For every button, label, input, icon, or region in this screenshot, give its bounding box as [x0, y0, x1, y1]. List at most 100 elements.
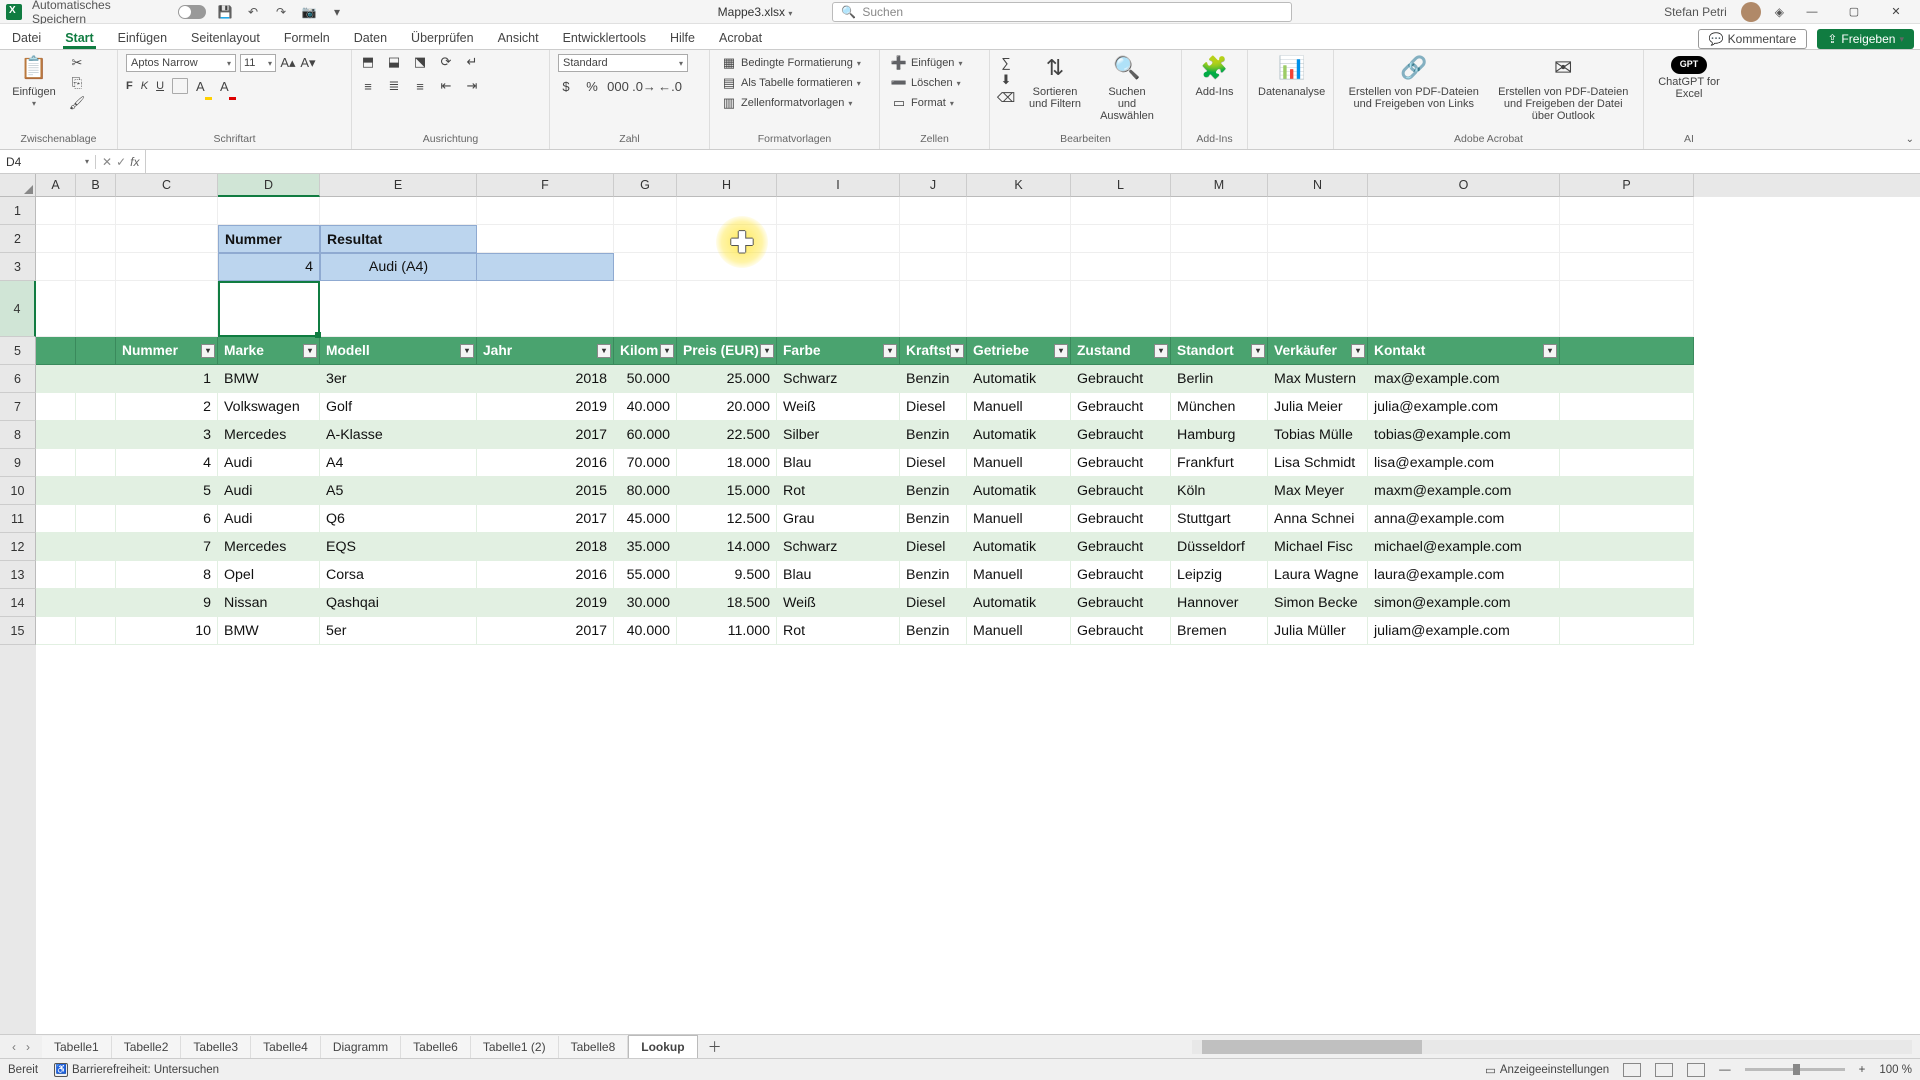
cell[interactable]: Nummer	[218, 225, 320, 253]
cell[interactable]: Kontakt▾	[1368, 337, 1560, 365]
cell[interactable]	[1071, 197, 1171, 225]
row-header-9[interactable]: 9	[0, 449, 36, 477]
cell[interactable]	[900, 253, 967, 281]
cell[interactable]: Blau	[777, 561, 900, 589]
cell[interactable]: Stuttgart	[1171, 505, 1268, 533]
borders-button[interactable]	[172, 78, 188, 94]
cell[interactable]: BMW	[218, 365, 320, 393]
row-headers[interactable]: 123456789101112131415	[0, 197, 36, 1034]
sheet-tab-tabelle2[interactable]: Tabelle2	[112, 1036, 182, 1058]
sheet-tabs[interactable]: Tabelle1Tabelle2Tabelle3Tabelle4Diagramm…	[42, 1035, 698, 1058]
cell[interactable]	[76, 589, 116, 617]
cell[interactable]: Gebraucht	[1071, 617, 1171, 645]
cell[interactable]: Anna Schnei	[1268, 505, 1368, 533]
cell[interactable]	[116, 225, 218, 253]
cell[interactable]	[76, 533, 116, 561]
cell[interactable]	[116, 197, 218, 225]
cell[interactable]	[1560, 393, 1694, 421]
sheet-tab-tabelle4[interactable]: Tabelle4	[251, 1036, 321, 1058]
cell[interactable]: 8	[116, 561, 218, 589]
col-header-E[interactable]: E	[320, 174, 477, 197]
sheet-prev-icon[interactable]: ‹	[12, 1040, 16, 1054]
cell[interactable]	[36, 617, 76, 645]
cell[interactable]	[36, 449, 76, 477]
comma-icon[interactable]: 000	[610, 78, 626, 94]
cell[interactable]: 50.000	[614, 365, 677, 393]
zoom-out-button[interactable]: —	[1719, 1064, 1731, 1076]
cancel-icon[interactable]: ✕	[102, 155, 112, 169]
cell[interactable]	[36, 533, 76, 561]
cell[interactable]	[36, 505, 76, 533]
minimize-button[interactable]: —	[1798, 6, 1826, 18]
ribbon-tab-datei[interactable]: Datei	[10, 27, 43, 49]
cell[interactable]: Standort▾	[1171, 337, 1268, 365]
cell[interactable]: 30.000	[614, 589, 677, 617]
cell[interactable]: Automatik	[967, 589, 1071, 617]
cell[interactable]: Gebraucht	[1071, 393, 1171, 421]
enter-icon[interactable]: ✓	[116, 155, 126, 169]
cell[interactable]: 45.000	[614, 505, 677, 533]
cell[interactable]: 9	[116, 589, 218, 617]
col-header-F[interactable]: F	[477, 174, 614, 197]
sheet-next-icon[interactable]: ›	[26, 1040, 30, 1054]
cell[interactable]: 18.500	[677, 589, 777, 617]
cell[interactable]: Hannover	[1171, 589, 1268, 617]
cell[interactable]: 2019	[477, 589, 614, 617]
cell[interactable]: Grau	[777, 505, 900, 533]
undo-icon[interactable]: ↶	[244, 3, 262, 21]
cell[interactable]: Nummer▾	[116, 337, 218, 365]
maximize-button[interactable]: ▢	[1840, 5, 1868, 18]
cell[interactable]: lisa@example.com	[1368, 449, 1560, 477]
cell[interactable]	[76, 505, 116, 533]
number-format-select[interactable]: Standard▾	[558, 54, 688, 72]
row-header-11[interactable]: 11	[0, 505, 36, 533]
cell[interactable]: München	[1171, 393, 1268, 421]
row-header-1[interactable]: 1	[0, 197, 36, 225]
add-sheet-button[interactable]: ＋	[698, 1037, 732, 1057]
normal-view-button[interactable]	[1623, 1063, 1641, 1077]
cell[interactable]: 22.500	[677, 421, 777, 449]
cell[interactable]: BMW	[218, 617, 320, 645]
filter-button[interactable]: ▾	[660, 344, 674, 358]
cell[interactable]: 25.000	[677, 365, 777, 393]
cell[interactable]	[1560, 197, 1694, 225]
cell[interactable]: 3	[116, 421, 218, 449]
cell[interactable]: Zustand▾	[1071, 337, 1171, 365]
filename[interactable]: Mappe3.xlsx ▾	[718, 5, 793, 19]
cell[interactable]: Q6	[320, 505, 477, 533]
cell[interactable]	[1560, 337, 1694, 365]
cell[interactable]	[218, 197, 320, 225]
cell[interactable]: Laura Wagne	[1268, 561, 1368, 589]
filter-button[interactable]: ▾	[1154, 344, 1168, 358]
cell[interactable]: Manuell	[967, 617, 1071, 645]
column-headers[interactable]: ABCDEFGHIJKLMNOP	[36, 174, 1920, 197]
cell[interactable]	[1368, 253, 1560, 281]
cell[interactable]: Benzin	[900, 617, 967, 645]
sheet-tab-tabelle8[interactable]: Tabelle8	[559, 1036, 629, 1058]
fill-color-button[interactable]: A	[196, 78, 212, 94]
cell[interactable]	[36, 421, 76, 449]
cell[interactable]	[1560, 253, 1694, 281]
cell[interactable]: Benzin	[900, 421, 967, 449]
row-header-6[interactable]: 6	[0, 365, 36, 393]
cell[interactable]: Julia Müller	[1268, 617, 1368, 645]
cell[interactable]: Gebraucht	[1071, 561, 1171, 589]
cell[interactable]: Automatik	[967, 477, 1071, 505]
filter-button[interactable]: ▾	[1543, 344, 1557, 358]
cell[interactable]: Rot	[777, 477, 900, 505]
cell[interactable]: Corsa	[320, 561, 477, 589]
cell[interactable]: Automatik	[967, 421, 1071, 449]
cell[interactable]: julia@example.com	[1368, 393, 1560, 421]
accessibility-icon[interactable]: ♿	[54, 1063, 68, 1077]
ribbon-tab-ansicht[interactable]: Ansicht	[496, 27, 541, 49]
display-settings-icon[interactable]: ▭	[1485, 1063, 1496, 1077]
cell[interactable]	[76, 253, 116, 281]
cell[interactable]	[76, 617, 116, 645]
cell[interactable]: maxm@example.com	[1368, 477, 1560, 505]
cell[interactable]	[477, 225, 614, 253]
sheet-tab-tabelle1[interactable]: Tabelle1	[42, 1036, 112, 1058]
cell[interactable]: 3er	[320, 365, 477, 393]
status-accessibility[interactable]: Barrierefreiheit: Untersuchen	[72, 1064, 219, 1076]
chatgpt-button[interactable]: GPT ChatGPT for Excel	[1652, 54, 1726, 102]
cell[interactable]: 2016	[477, 561, 614, 589]
